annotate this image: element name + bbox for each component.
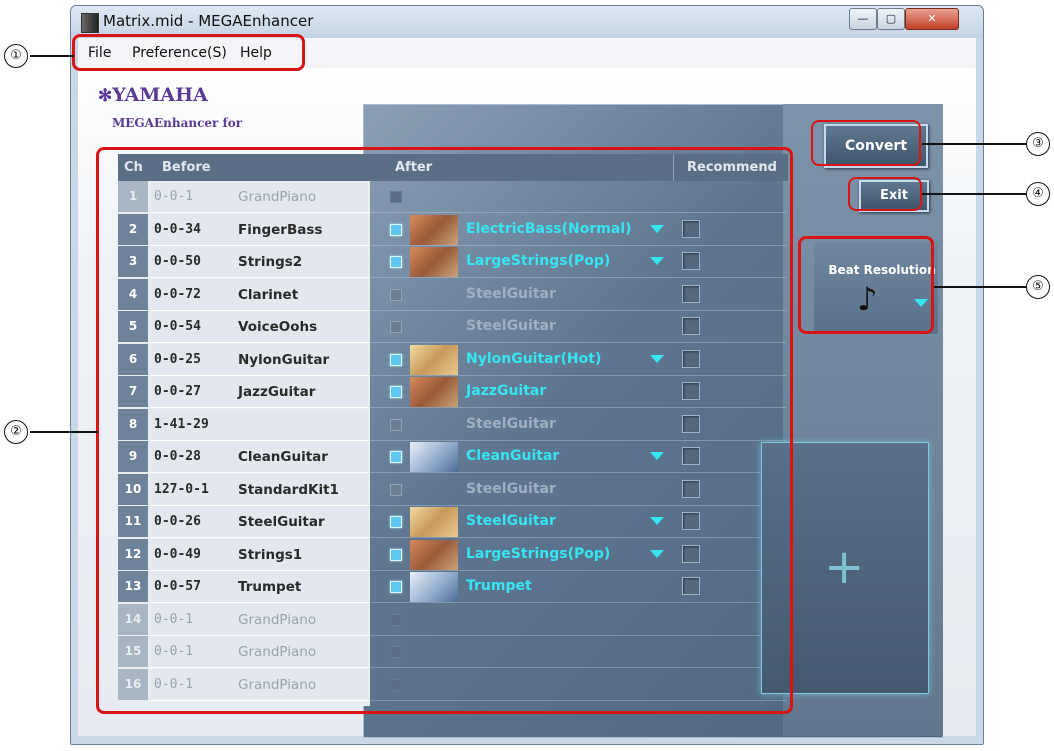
highlight-table xyxy=(96,147,793,714)
callout-line-3 xyxy=(922,143,1026,145)
plus-icon: + xyxy=(824,539,865,595)
callout-line-5 xyxy=(934,286,1026,288)
callout-3: ③ xyxy=(1026,132,1050,156)
highlight-convert xyxy=(811,120,921,166)
app-icon xyxy=(81,13,99,33)
callout-2: ② xyxy=(4,420,28,444)
highlight-menu xyxy=(72,34,305,71)
callout-line-4 xyxy=(922,193,1026,195)
callout-1: ① xyxy=(4,44,28,68)
maximize-button[interactable]: ▢ xyxy=(877,8,905,30)
minimize-button[interactable]: — xyxy=(849,8,877,30)
product-name: MEGAEnhancer for xyxy=(112,116,243,130)
highlight-exit xyxy=(848,177,922,211)
highlight-beat xyxy=(798,236,934,334)
close-button[interactable]: ✕ xyxy=(905,8,959,30)
callout-4: ④ xyxy=(1026,182,1050,206)
window-title: Matrix.mid - MEGAEnhancer xyxy=(103,12,314,30)
callout-5: ⑤ xyxy=(1026,275,1050,299)
callout-line-1 xyxy=(30,55,74,57)
yamaha-logo: ✻YAMAHA xyxy=(98,84,208,106)
callout-line-2 xyxy=(30,431,98,433)
